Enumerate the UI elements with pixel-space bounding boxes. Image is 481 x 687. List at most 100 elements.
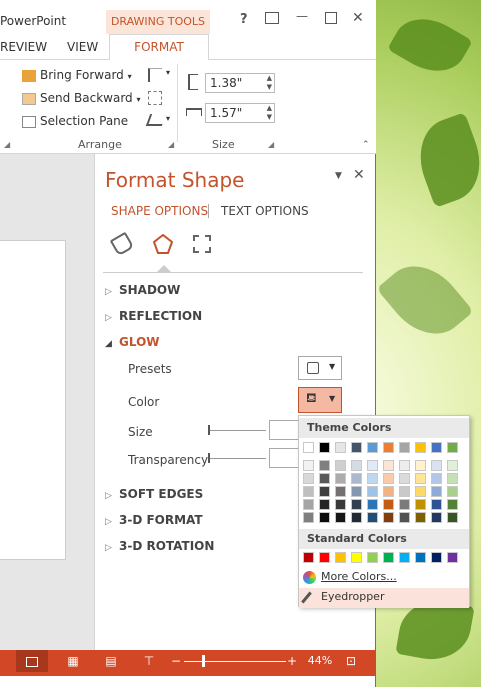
theme-shade-swatch[interactable] xyxy=(351,486,362,497)
section-reflection[interactable]: ▷ REFLECTION xyxy=(105,309,202,323)
glow-size-slider-thumb[interactable] xyxy=(208,425,210,435)
theme-color-swatch[interactable] xyxy=(431,442,442,453)
ribbon-display-options-icon[interactable] xyxy=(265,12,279,24)
zoom-slider[interactable] xyxy=(184,661,286,662)
section-glow[interactable]: ◢ GLOW xyxy=(105,335,160,349)
shape-height-field[interactable]: 1.38" ▲ ▼ xyxy=(205,73,275,93)
slide-sorter-button[interactable]: ▦ xyxy=(58,650,88,672)
slide-canvas[interactable] xyxy=(0,240,66,560)
theme-shade-swatch[interactable] xyxy=(335,512,346,523)
normal-view-button[interactable] xyxy=(16,650,48,672)
theme-shade-swatch[interactable] xyxy=(447,473,458,484)
section-3d-rotation[interactable]: ▷ 3-D ROTATION xyxy=(105,539,214,553)
theme-shade-swatch[interactable] xyxy=(447,499,458,510)
standard-color-swatch[interactable] xyxy=(367,552,378,563)
group-icon[interactable] xyxy=(148,91,162,105)
section-shadow[interactable]: ▷ SHADOW xyxy=(105,283,180,297)
minimize-icon[interactable]: — xyxy=(296,9,308,23)
theme-shade-swatch[interactable] xyxy=(399,473,410,484)
section-3d-format[interactable]: ▷ 3-D FORMAT xyxy=(105,513,203,527)
more-colors-item[interactable]: More Colors... xyxy=(299,568,469,588)
theme-shade-swatch[interactable] xyxy=(335,473,346,484)
theme-shade-swatch[interactable] xyxy=(351,499,362,510)
theme-shade-swatch[interactable] xyxy=(399,512,410,523)
theme-color-swatch[interactable] xyxy=(351,442,362,453)
theme-color-swatch[interactable] xyxy=(383,442,394,453)
theme-shade-swatch[interactable] xyxy=(415,486,426,497)
theme-shade-swatch[interactable] xyxy=(415,473,426,484)
theme-shade-swatch[interactable] xyxy=(319,512,330,523)
standard-color-swatch[interactable] xyxy=(399,552,410,563)
glow-presets-dropdown[interactable]: ▼ xyxy=(298,356,342,380)
send-backward-button[interactable]: Send Backward ▾ xyxy=(22,91,141,105)
standard-color-swatch[interactable] xyxy=(383,552,394,563)
size-properties-icon[interactable] xyxy=(193,235,211,253)
theme-color-swatch[interactable] xyxy=(319,442,330,453)
dialog-launcher-icon[interactable]: ◢ xyxy=(4,140,10,149)
theme-shade-swatch[interactable] xyxy=(367,512,378,523)
theme-shade-swatch[interactable] xyxy=(303,486,314,497)
theme-color-swatch[interactable] xyxy=(303,442,314,453)
theme-shade-swatch[interactable] xyxy=(399,499,410,510)
standard-color-swatch[interactable] xyxy=(351,552,362,563)
eyedropper-item[interactable]: Eyedropper xyxy=(299,588,469,608)
slide-show-button[interactable]: ⊤ xyxy=(134,650,164,672)
dialog-launcher-icon[interactable]: ◢ xyxy=(268,140,274,149)
fill-line-icon[interactable] xyxy=(109,231,135,257)
theme-shade-swatch[interactable] xyxy=(303,460,314,471)
spinner-arrows-icon[interactable]: ▲ ▼ xyxy=(267,74,272,92)
theme-shade-swatch[interactable] xyxy=(351,473,362,484)
close-icon[interactable]: ✕ xyxy=(352,10,364,26)
reading-view-button[interactable]: ▤ xyxy=(96,650,126,672)
standard-color-swatch[interactable] xyxy=(335,552,346,563)
zoom-level[interactable]: 44% xyxy=(306,650,334,672)
glow-transparency-slider[interactable] xyxy=(208,458,266,459)
shape-width-field[interactable]: 1.57" ▲ ▼ xyxy=(205,103,275,123)
standard-color-swatch[interactable] xyxy=(415,552,426,563)
pane-options-icon[interactable]: ▼ xyxy=(335,171,342,181)
theme-color-swatch[interactable] xyxy=(335,442,346,453)
theme-shade-swatch[interactable] xyxy=(383,486,394,497)
theme-shade-swatch[interactable] xyxy=(431,486,442,497)
selection-pane-button[interactable]: Selection Pane xyxy=(22,114,128,128)
standard-color-swatch[interactable] xyxy=(319,552,330,563)
theme-shade-swatch[interactable] xyxy=(415,460,426,471)
zoom-slider-thumb[interactable] xyxy=(202,655,205,667)
theme-shade-swatch[interactable] xyxy=(447,460,458,471)
zoom-out-button[interactable]: − xyxy=(168,650,184,672)
tab-text-options[interactable]: TEXT OPTIONS xyxy=(221,204,309,218)
bring-forward-button[interactable]: Bring Forward ▾ xyxy=(22,68,132,82)
theme-shade-swatch[interactable] xyxy=(383,499,394,510)
theme-shade-swatch[interactable] xyxy=(319,486,330,497)
theme-shade-swatch[interactable] xyxy=(367,460,378,471)
theme-shade-swatch[interactable] xyxy=(303,512,314,523)
glow-size-slider[interactable] xyxy=(208,430,266,431)
tab-format[interactable]: FORMAT xyxy=(109,34,209,61)
theme-shade-swatch[interactable] xyxy=(319,473,330,484)
theme-shade-swatch[interactable] xyxy=(367,499,378,510)
section-soft-edges[interactable]: ▷ SOFT EDGES xyxy=(105,487,203,501)
theme-shade-swatch[interactable] xyxy=(447,486,458,497)
theme-shade-swatch[interactable] xyxy=(383,512,394,523)
theme-shade-swatch[interactable] xyxy=(303,473,314,484)
theme-color-swatch[interactable] xyxy=(367,442,378,453)
theme-shade-swatch[interactable] xyxy=(319,460,330,471)
chevron-down-icon[interactable]: ▾ xyxy=(166,114,170,123)
theme-shade-swatch[interactable] xyxy=(367,486,378,497)
theme-shade-swatch[interactable] xyxy=(431,473,442,484)
theme-shade-swatch[interactable] xyxy=(351,512,362,523)
theme-shade-swatch[interactable] xyxy=(399,486,410,497)
restore-icon[interactable] xyxy=(325,12,337,24)
effects-icon[interactable] xyxy=(153,234,173,254)
theme-shade-swatch[interactable] xyxy=(351,460,362,471)
theme-color-swatch[interactable] xyxy=(399,442,410,453)
tab-shape-options[interactable]: SHAPE OPTIONS xyxy=(111,204,208,218)
help-icon[interactable]: ? xyxy=(240,12,248,27)
theme-shade-swatch[interactable] xyxy=(383,473,394,484)
theme-shade-swatch[interactable] xyxy=(447,512,458,523)
theme-shade-swatch[interactable] xyxy=(399,460,410,471)
standard-color-swatch[interactable] xyxy=(431,552,442,563)
theme-shade-swatch[interactable] xyxy=(319,499,330,510)
glow-transparency-slider-thumb[interactable] xyxy=(208,453,210,463)
theme-shade-swatch[interactable] xyxy=(431,512,442,523)
